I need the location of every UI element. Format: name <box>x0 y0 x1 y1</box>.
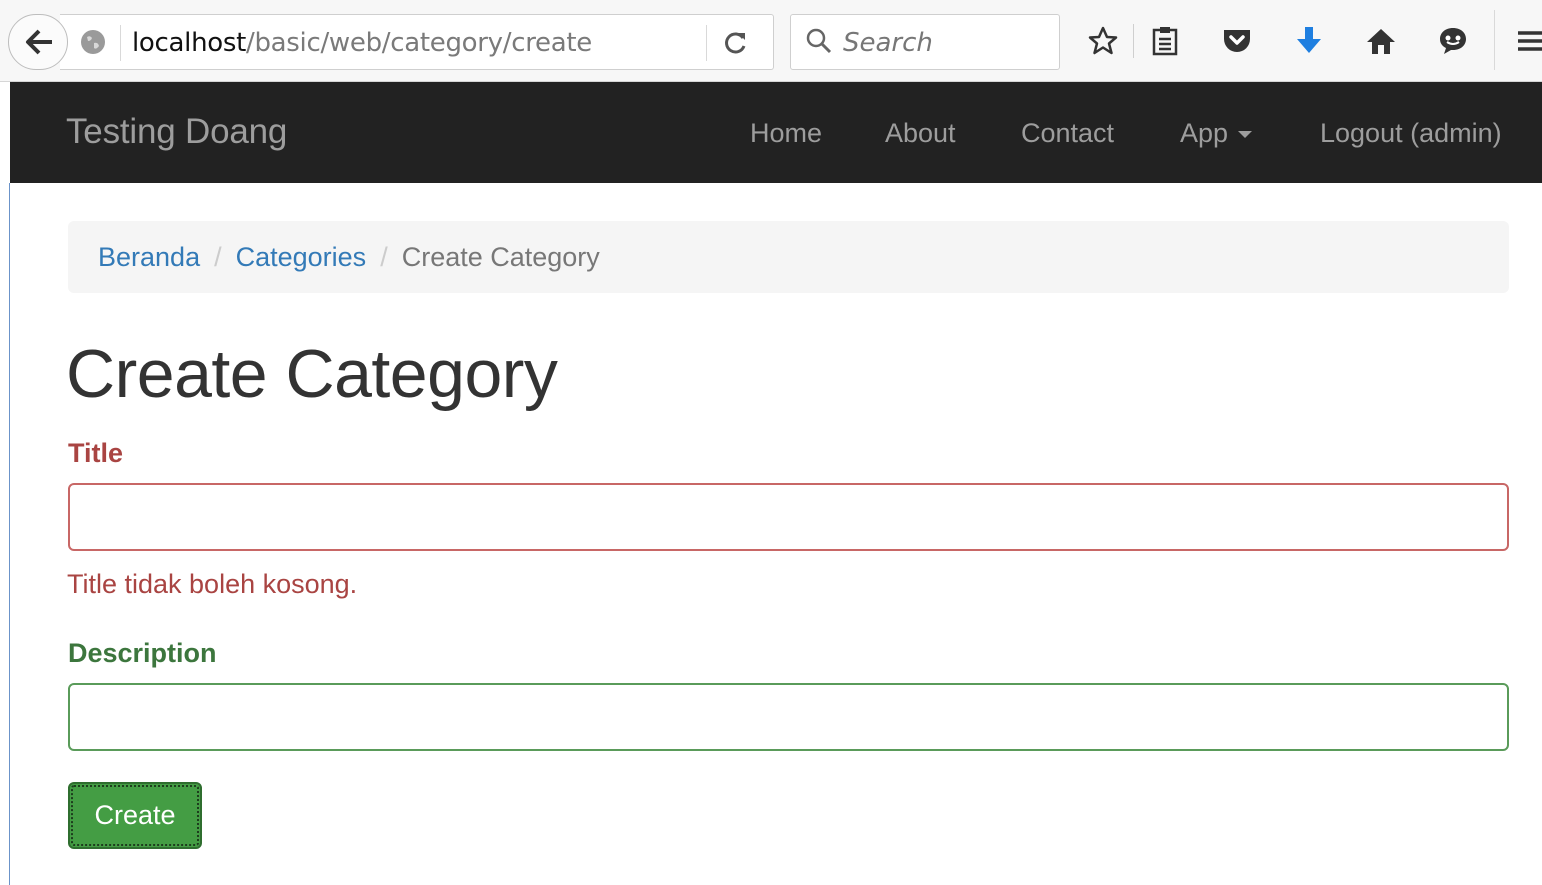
caret-down-icon <box>1238 131 1253 139</box>
globe-icon <box>81 30 105 54</box>
nav-item-app-dropdown[interactable]: App <box>1180 118 1253 148</box>
navbar-brand[interactable]: Testing Doang <box>66 112 287 152</box>
breadcrumb-categories[interactable]: Categories <box>236 242 367 273</box>
site-navbar: Testing Doang Home About Contact App Log… <box>10 82 1542 183</box>
reload-divider <box>706 25 707 61</box>
reload-icon[interactable] <box>722 29 750 57</box>
title-label: Title <box>68 438 124 468</box>
breadcrumb-separator: / <box>380 241 388 272</box>
url-path: /basic/web/category/create <box>246 28 592 58</box>
back-arrow-icon <box>26 29 52 55</box>
bookmark-star-icon[interactable] <box>1086 24 1120 58</box>
create-button[interactable]: Create <box>68 782 202 849</box>
search-icon <box>806 28 832 54</box>
nav-item-contact-label: Contact <box>1021 118 1115 148</box>
hamburger-menu-icon[interactable] <box>1514 24 1542 58</box>
nav-item-logout[interactable]: Logout (admin) <box>1320 118 1502 148</box>
url-divider <box>120 25 121 61</box>
url-host: localhost <box>132 28 247 58</box>
title-error-message: Title tidak boleh kosong. <box>67 569 358 599</box>
address-bar[interactable]: localhost/basic/web/category/create <box>60 14 774 70</box>
breadcrumb-current: Create Category <box>401 241 600 272</box>
breadcrumb-beranda[interactable]: Beranda <box>98 242 200 273</box>
breadcrumb: Beranda / Categories / Create Category <box>68 221 1509 293</box>
search-placeholder: Search <box>843 28 933 58</box>
browser-search-bar[interactable]: Search <box>790 14 1060 70</box>
nav-item-contact[interactable]: Contact <box>1021 118 1114 148</box>
back-button[interactable] <box>8 14 68 70</box>
frame-border <box>9 183 10 885</box>
reading-list-icon[interactable] <box>1148 24 1182 58</box>
title-input[interactable] <box>68 483 1509 551</box>
description-label: Description <box>68 638 217 668</box>
breadcrumb-separator: / <box>214 241 222 272</box>
nav-item-home[interactable]: Home <box>750 118 822 148</box>
download-icon[interactable] <box>1292 24 1326 58</box>
description-input[interactable] <box>68 683 1509 751</box>
page-title: Create Category <box>66 336 558 412</box>
url-text[interactable]: localhost/basic/web/category/create <box>132 29 592 57</box>
toolbar-separator-right <box>1494 10 1495 70</box>
toolbar-separator <box>1133 24 1134 58</box>
home-icon[interactable] <box>1364 24 1398 58</box>
chat-icon[interactable] <box>1436 24 1470 58</box>
browser-toolbar: localhost/basic/web/category/create Sear… <box>0 0 1542 82</box>
nav-item-about[interactable]: About <box>885 118 956 148</box>
nav-item-app-label: App <box>1180 118 1229 148</box>
pocket-icon[interactable] <box>1220 24 1254 58</box>
